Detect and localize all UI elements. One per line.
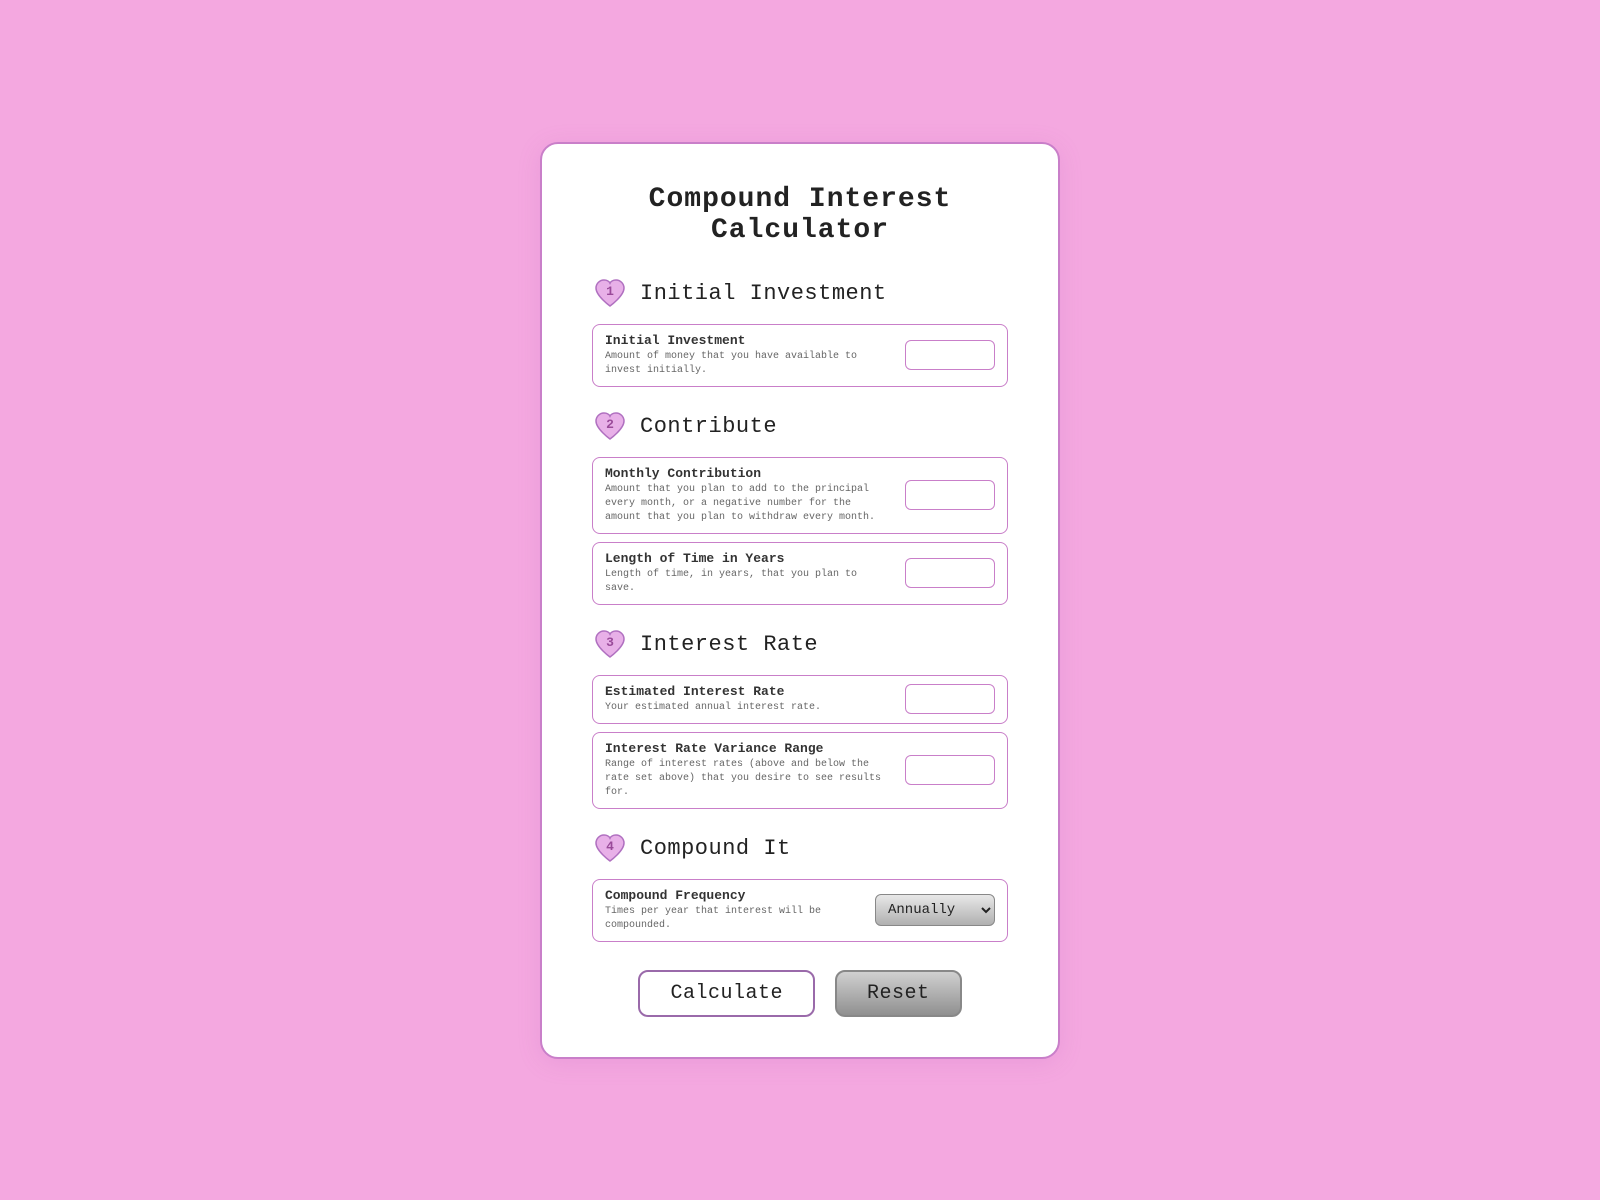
initial-investment-label-group: Initial Investment Amount of money that …	[605, 333, 905, 378]
page-title: Compound Interest Calculator	[592, 184, 1008, 246]
variance-range-label-group: Interest Rate Variance Range Range of in…	[605, 741, 905, 800]
compound-frequency-label-group: Compound Frequency Times per year that i…	[605, 888, 875, 933]
interest-rate-label-group: Estimated Interest Rate Your estimated a…	[605, 684, 905, 715]
heart-badge-3: 3	[592, 627, 628, 663]
section-3-header: 3 Interest Rate	[592, 627, 1008, 663]
section-2-title: Contribute	[640, 414, 777, 439]
monthly-contribution-label-group: Monthly Contribution Amount that you pla…	[605, 466, 905, 525]
section-3-title: Interest Rate	[640, 632, 818, 657]
variance-range-label: Interest Rate Variance Range	[605, 741, 905, 756]
svg-text:4: 4	[606, 839, 614, 854]
compound-frequency-label: Compound Frequency	[605, 888, 875, 903]
compound-frequency-field-row: Compound Frequency Times per year that i…	[592, 879, 1008, 942]
section-1-title: Initial Investment	[640, 281, 887, 306]
calculate-button[interactable]: Calculate	[638, 970, 815, 1017]
section-4-header: 4 Compound It	[592, 831, 1008, 867]
heart-badge-1: 1	[592, 276, 628, 312]
initial-investment-input[interactable]	[905, 340, 995, 370]
section-2-header: 2 Contribute	[592, 409, 1008, 445]
monthly-contribution-desc: Amount that you plan to add to the princ…	[605, 483, 885, 525]
section-initial-investment: 1 Initial Investment Initial Investment …	[592, 276, 1008, 387]
section-4-title: Compound It	[640, 836, 791, 861]
heart-badge-2: 2	[592, 409, 628, 445]
heart-badge-4: 4	[592, 831, 628, 867]
monthly-contribution-label: Monthly Contribution	[605, 466, 905, 481]
calculator-container: Compound Interest Calculator 1 Initial I…	[540, 142, 1060, 1059]
variance-range-field-row: Interest Rate Variance Range Range of in…	[592, 732, 1008, 809]
variance-range-input[interactable]	[905, 755, 995, 785]
reset-button[interactable]: Reset	[835, 970, 962, 1017]
length-of-time-desc: Length of time, in years, that you plan …	[605, 568, 885, 596]
svg-text:3: 3	[606, 635, 614, 650]
length-of-time-label-group: Length of Time in Years Length of time, …	[605, 551, 905, 596]
length-of-time-input[interactable]	[905, 558, 995, 588]
svg-text:2: 2	[606, 417, 614, 432]
section-compound: 4 Compound It Compound Frequency Times p…	[592, 831, 1008, 942]
section-1-header: 1 Initial Investment	[592, 276, 1008, 312]
section-contribute: 2 Contribute Monthly Contribution Amount…	[592, 409, 1008, 605]
section-interest-rate: 3 Interest Rate Estimated Interest Rate …	[592, 627, 1008, 809]
interest-rate-field-row: Estimated Interest Rate Your estimated a…	[592, 675, 1008, 724]
buttons-row: Calculate Reset	[592, 970, 1008, 1017]
compound-frequency-select[interactable]: Annually Semi-Annually Quarterly Monthly…	[875, 894, 995, 926]
length-of-time-label: Length of Time in Years	[605, 551, 905, 566]
initial-investment-field-row: Initial Investment Amount of money that …	[592, 324, 1008, 387]
interest-rate-input[interactable]	[905, 684, 995, 714]
interest-rate-desc: Your estimated annual interest rate.	[605, 701, 885, 715]
compound-frequency-desc: Times per year that interest will be com…	[605, 905, 875, 933]
monthly-contribution-input[interactable]	[905, 480, 995, 510]
monthly-contribution-field-row: Monthly Contribution Amount that you pla…	[592, 457, 1008, 534]
initial-investment-label: Initial Investment	[605, 333, 905, 348]
length-of-time-field-row: Length of Time in Years Length of time, …	[592, 542, 1008, 605]
initial-investment-desc: Amount of money that you have available …	[605, 350, 885, 378]
svg-text:1: 1	[606, 284, 614, 299]
interest-rate-label: Estimated Interest Rate	[605, 684, 905, 699]
variance-range-desc: Range of interest rates (above and below…	[605, 758, 885, 800]
